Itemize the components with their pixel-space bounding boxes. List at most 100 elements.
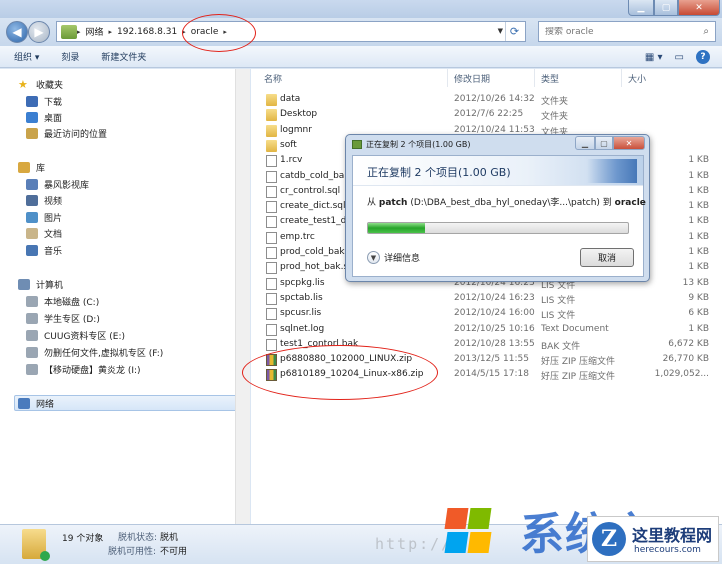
column-divider[interactable] [621,69,622,87]
windows-logo-icon [444,506,492,556]
organize-button[interactable]: 组织 ▾ [14,50,39,63]
file-size: 1 KB [688,262,709,273]
sidebar-item-drive-i[interactable]: 【移动硬盘】黄炎龙 (I:) [26,362,141,376]
sidebar-item-label: 文档 [44,229,63,240]
file-row[interactable]: Desktop 2012/7/6 22:25 文件夹 [251,108,722,123]
column-header-name[interactable]: 名称 [264,72,282,85]
refresh-icon[interactable]: ⟳ [505,22,523,41]
annotation-ellipse [242,345,438,400]
sidebar-item-video[interactable]: 视频 [26,193,62,207]
burn-button[interactable]: 刻录 [61,50,79,63]
file-type: LIS 文件 [541,311,576,322]
file-icon [266,323,277,336]
view-options-icon[interactable]: ▦ ▾ [645,52,663,63]
file-icon [266,201,277,214]
file-icon [266,170,277,183]
file-row[interactable]: spctab.lis 2012/10/24 16:23 LIS 文件 9 KB [251,292,722,307]
sidebar-scrollbar[interactable] [235,69,250,524]
file-type: 文件夹 [541,97,569,107]
sidebar-item-documents[interactable]: 文档 [26,226,62,240]
sidebar-item-library[interactable]: 库 [18,160,45,174]
sidebar-item-drive-d[interactable]: 学生专区 (D:) [26,311,100,325]
file-row[interactable]: sqlnet.log 2012/10/25 10:16 Text Document 1… [251,323,722,338]
dialog-banner: 正在复制 2 个项目(1.00 GB) [353,156,643,186]
forward-button[interactable]: ▶ [28,21,50,43]
address-dropdown-icon[interactable]: ▼ [498,27,503,35]
sidebar-item-drive-c[interactable]: 本地磁盘 (C:) [26,294,99,308]
minimize-button[interactable]: ▁ [628,0,654,16]
file-icon [266,216,277,229]
watermark-badge: Z 这里教程网 herecours.com [587,516,719,562]
offline-status-value: 脱机 [160,533,179,543]
sidebar-item-label: 网络 [36,399,55,410]
search-box[interactable]: ⌕ [538,21,716,42]
sidebar-item-pictures[interactable]: 图片 [26,210,62,224]
search-input[interactable] [545,26,695,37]
file-size: 26,770 KB [662,354,709,365]
sidebar-item-label: 勿删任何文件,虚拟机专区 (F:) [44,348,164,359]
sidebar-item-network[interactable]: 网络 [18,396,54,410]
more-details-toggle[interactable]: ▼ 详细信息 [367,251,420,264]
file-name: spctab.lis [280,292,323,303]
sidebar-item-downloads[interactable]: 下载 [26,94,62,108]
sidebar-item-label: 视频 [44,196,63,207]
watermark-badge-title: 这里教程网 [632,526,713,545]
source-path: (D:\DBA_best_dba_hyl_oneday\李...\patch) [410,198,600,208]
sidebar-item-recent[interactable]: 最近访问的位置 [26,126,107,140]
file-type: 文件夹 [541,112,569,123]
file-name: create_dict.sql [280,201,346,212]
folder-icon [266,124,277,137]
breadcrumb-item-network[interactable]: 网络 [81,25,109,38]
drive-icon [26,295,38,307]
cancel-button[interactable]: 取消 [580,248,634,267]
column-divider[interactable] [447,69,448,87]
file-row[interactable]: data 2012/10/26 14:32 文件夹 [251,93,722,108]
file-date: 2012/7/6 22:25 [454,109,524,120]
preview-pane-icon[interactable]: ▭ [675,52,684,63]
file-name: prod_cold_bak. [280,247,348,257]
breadcrumb-item-host[interactable]: 192.168.8.31 [112,27,182,37]
sidebar-item-drive-f[interactable]: 勿删任何文件,虚拟机专区 (F:) [26,345,163,359]
dialog-heading: 正在复制 2 个项目(1.00 GB) [367,166,511,179]
maximize-button[interactable]: ▢ [654,0,678,16]
source-name[interactable]: patch [379,198,408,208]
column-header-date[interactable]: 修改日期 [454,72,490,85]
recent-places-icon [26,127,38,139]
new-folder-button[interactable]: 新建文件夹 [101,50,146,63]
video-icon [26,194,38,206]
sidebar-item-favorites[interactable]: ★ 收藏夹 [18,77,63,91]
drive-icon [26,329,38,341]
column-header-type[interactable]: 类型 [541,72,559,85]
dialog-maximize-button[interactable]: ▢ [595,136,613,150]
dialog-close-button[interactable]: ✕ [613,136,645,150]
file-icon [266,155,277,168]
sidebar-item-label: 最近访问的位置 [44,129,108,140]
file-icon [266,277,277,290]
item-count: 19 个对象 [62,534,104,544]
sidebar-item-music[interactable]: 音乐 [26,243,62,257]
help-icon[interactable]: ? [696,50,710,64]
sidebar-item-storm[interactable]: 暴风影视库 [26,177,89,191]
dialog-minimize-button[interactable]: ▁ [575,136,595,150]
chevron-down-icon[interactable]: ▼ [367,251,380,264]
sidebar-item-drive-e[interactable]: CUUG资料专区 (E:) [26,328,125,342]
column-divider[interactable] [534,69,535,87]
file-icon [266,292,277,305]
file-row[interactable]: spcusr.lis 2012/10/24 16:00 LIS 文件 6 KB [251,307,722,322]
annotation-ellipse [182,14,256,52]
network-icon [18,397,30,409]
back-button[interactable]: ◀ [6,21,28,43]
close-button[interactable]: ✕ [678,0,720,16]
search-icon[interactable]: ⌕ [703,26,709,37]
computer-icon [18,278,30,290]
address-bar[interactable]: ▸ 网络 ▸ 192.168.8.31 ▸ oracle ▸ ▼ ⟳ [56,21,526,42]
dialog-window-controls: ▁ ▢ ✕ [575,136,645,150]
sidebar-item-computer[interactable]: 计算机 [18,277,63,291]
file-date: 2012/10/24 16:00 [454,308,535,319]
dest-name[interactable]: oracle [615,198,646,208]
sidebar-item-desktop[interactable]: 桌面 [26,110,62,124]
offline-status-label: 脱机状态: [118,533,158,543]
column-header-size[interactable]: 大小 [628,72,646,85]
progress-fill [368,223,426,233]
file-size: 1 KB [688,185,709,196]
